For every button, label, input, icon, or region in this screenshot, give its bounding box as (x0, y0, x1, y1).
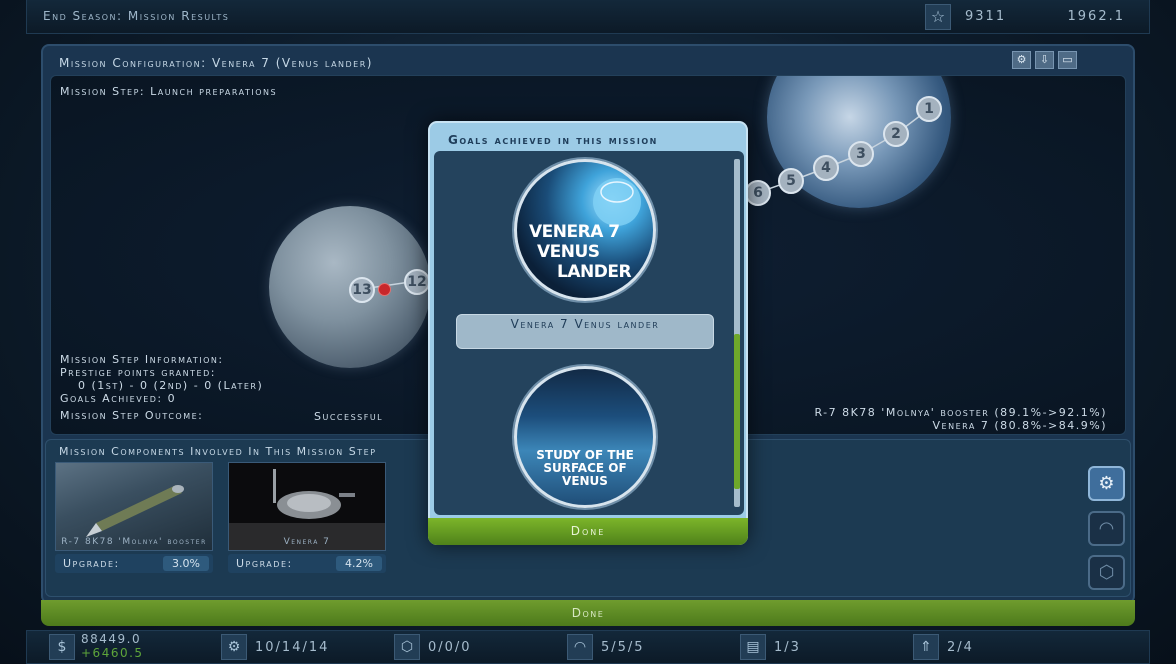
gear-icon[interactable]: ⚙ (1012, 51, 1031, 69)
rockets-value: 2/4 (947, 639, 974, 655)
components-heading: Mission Components Involved In This Miss… (59, 445, 377, 458)
reliability-list: R-7 8K78 'Molnya' booster (89.1%->92.1%)… (814, 406, 1107, 432)
season-date: 1962.1 (1067, 9, 1125, 24)
step-node-3[interactable]: 3 (848, 141, 874, 167)
patch1-line3: LANDER (557, 262, 632, 282)
payload-caption: Venera 7 (283, 537, 331, 547)
scrollbar-thumb[interactable] (734, 334, 740, 489)
capsules-value: 0/0/0 (428, 639, 472, 655)
settings-gear-button[interactable]: ⚙ (1088, 466, 1125, 501)
upgrade-label: Upgrade: (236, 557, 293, 570)
reputation-value: 9311 (965, 9, 1007, 24)
patch1-text: VENERA 7 VENUS LANDER (529, 222, 632, 282)
panel-title: Mission Configuration: Venera 7 (Venus l… (59, 56, 373, 70)
capsule-icon[interactable]: ⬡ (394, 634, 420, 660)
current-position-marker (378, 283, 391, 296)
component-card-booster[interactable]: R-7 8K78 'Molnya' booster Upgrade: 3.0% (55, 462, 213, 576)
goal-label: Venera 7 Venus lander (456, 314, 714, 349)
booster-caption: R-7 8K78 'Molnya' booster (61, 537, 207, 547)
goals-modal: Goals achieved in this mission VENERA 7 … (428, 121, 748, 545)
money-resource: $ (49, 634, 75, 660)
patch2-text: STUDY OF THE SURFACE OF VENUS (517, 449, 653, 488)
crew-button[interactable]: ◠ (1088, 511, 1125, 546)
modal-title: Goals achieved in this mission (448, 133, 658, 147)
top-bar: End Season: Mission Results ☆ 9311 1962.… (26, 0, 1150, 34)
outcome-value: Successful (314, 410, 384, 423)
step-node-13[interactable]: 13 (349, 277, 375, 303)
rocket-icon[interactable]: ⇑ (913, 634, 939, 660)
download-icon[interactable]: ⇩ (1035, 51, 1054, 69)
panel-icons: ⚙ ⇩ ▭ (1012, 51, 1077, 69)
facilities-value: 1/3 (774, 639, 801, 655)
money-value: 88449.0 (81, 632, 142, 646)
info-heading: Mission Step Information: (60, 353, 224, 366)
money-values: 88449.0 +6460.5 (81, 632, 144, 660)
capsules-resource: ⬡ 0/0/0 (394, 634, 472, 660)
gear-icon[interactable]: ⚙ (221, 634, 247, 660)
step-node-1[interactable]: 1 (916, 96, 942, 122)
upgrade-label: Upgrade: (63, 557, 120, 570)
mission-step-info: Mission Step Information: Prestige point… (60, 353, 382, 423)
folder-icon[interactable]: ▤ (740, 634, 766, 660)
crew-value: 5/5/5 (601, 639, 645, 655)
headset-icon[interactable]: ◠ (567, 634, 593, 660)
facilities-resource: ▤ 1/3 (740, 634, 801, 660)
step-node-12[interactable]: 12 (404, 269, 430, 295)
money-delta: +6460.5 (81, 646, 144, 660)
capsule-icon: ⬡ (1098, 562, 1115, 583)
done-button[interactable]: Done (41, 600, 1135, 626)
patch1-line1: VENERA 7 (529, 222, 620, 242)
prestige-value: 0 (1st) - 0 (2nd) - 0 (Later) (78, 379, 264, 392)
screen-title: End Season: Mission Results (43, 9, 230, 23)
headset-icon: ◠ (1098, 518, 1115, 539)
capsule-button[interactable]: ⬡ (1088, 555, 1125, 590)
modal-done-button[interactable]: Done (428, 518, 748, 545)
payload-upgrade: Upgrade: 4.2% (228, 554, 386, 573)
bottom-bar: $ 88449.0 +6460.5 ⚙ 10/14/14 ⬡ 0/0/0 ◠ 5… (26, 630, 1150, 664)
gear-icon: ⚙ (1098, 473, 1115, 494)
upgrade-value: 4.2% (336, 556, 382, 571)
outcome-label: Mission Step Outcome: (60, 409, 204, 422)
patch1-line2: VENUS (537, 242, 600, 262)
booster-reliability: R-7 8K78 'Molnya' booster (89.1%->92.1%) (814, 406, 1107, 419)
venus-surface-study-patch: STUDY OF THE SURFACE OF VENUS (514, 366, 656, 508)
payload-image: Venera 7 (228, 462, 386, 551)
prestige-label: Prestige points granted: (60, 366, 216, 379)
step-node-5[interactable]: 5 (778, 168, 804, 194)
booster-upgrade: Upgrade: 3.0% (55, 554, 213, 573)
rockets-resource: ⇑ 2/4 (913, 634, 974, 660)
goals-list[interactable]: VENERA 7 VENUS LANDER Venera 7 Venus lan… (434, 151, 744, 515)
venera-7-lander-patch: VENERA 7 VENUS LANDER (514, 159, 656, 301)
booster-image: R-7 8K78 'Molnya' booster (55, 462, 213, 551)
goals-achieved: Goals Achieved: 0 (60, 392, 177, 405)
step-node-6[interactable]: 6 (745, 180, 771, 206)
patch2-line3: VENUS (562, 474, 608, 488)
vehicles-value: 10/14/14 (255, 639, 330, 655)
step-node-2[interactable]: 2 (883, 121, 909, 147)
window-icon[interactable]: ▭ (1058, 51, 1077, 69)
component-card-payload[interactable]: Venera 7 Upgrade: 4.2% (228, 462, 386, 576)
dollar-icon[interactable]: $ (49, 634, 75, 660)
step-node-4[interactable]: 4 (813, 155, 839, 181)
upgrade-value: 3.0% (163, 556, 209, 571)
vehicles-resource: ⚙ 10/14/14 (221, 634, 329, 660)
crew-resource: ◠ 5/5/5 (567, 634, 645, 660)
payload-reliability: Venera 7 (80.8%->84.9%) (932, 419, 1107, 432)
star-icon[interactable]: ☆ (925, 4, 951, 30)
